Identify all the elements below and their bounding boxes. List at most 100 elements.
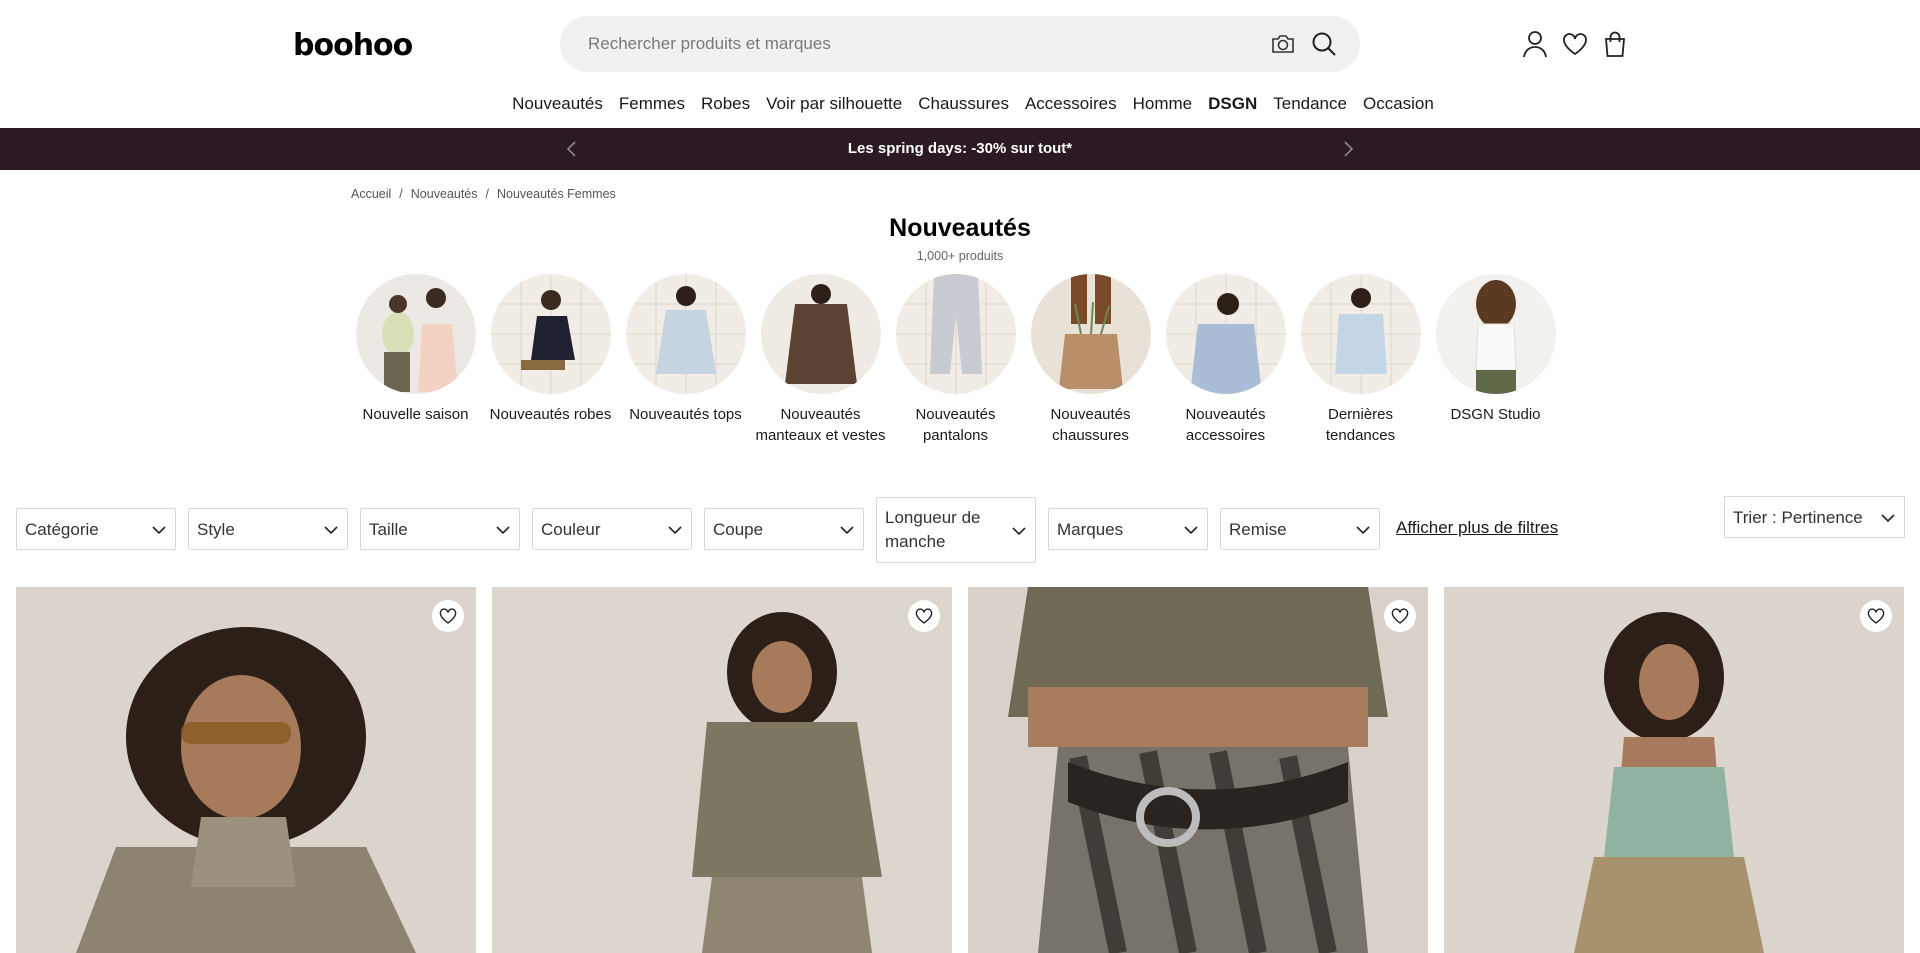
category-label: Nouveautés manteaux et vestes [755, 406, 886, 444]
filter-label: Remise [1229, 520, 1287, 539]
wishlist-button[interactable] [908, 600, 940, 632]
wishlist-button[interactable] [432, 600, 464, 632]
chevron-down-icon [1184, 526, 1198, 535]
category-image [1030, 274, 1151, 394]
nav-item-robes[interactable]: Robes [701, 94, 750, 120]
chevron-down-icon [496, 526, 510, 535]
chevron-down-icon [324, 526, 338, 535]
filter-longueur-de-manche[interactable]: Longueur de manche [876, 497, 1036, 563]
filter-label: Style [197, 520, 235, 539]
filter-label: Coupe [713, 520, 764, 539]
category-tile[interactable]: Nouveautés robes [483, 274, 618, 425]
heart-icon[interactable] [1562, 30, 1588, 58]
category-tile[interactable]: Nouveautés pantalons [888, 274, 1023, 446]
account-icon[interactable] [1522, 30, 1548, 58]
sort-select[interactable]: Trier : Pertinence [1724, 496, 1905, 538]
product-card[interactable] [16, 587, 476, 953]
breadcrumb-item[interactable]: Nouveautés [411, 187, 478, 201]
product-image [1444, 587, 1904, 953]
filter-label: Catégorie [25, 520, 99, 539]
category-tile[interactable]: Nouvelle saison [348, 274, 483, 425]
nav-item-nouveautes[interactable]: Nouveautés [512, 94, 603, 120]
category-image [1435, 274, 1556, 394]
category-tile[interactable]: Nouveautés accessoires [1158, 274, 1293, 446]
category-tile[interactable]: Nouveautés tops [618, 274, 753, 425]
site-header: boohoo Nouveautés Femmes Robes Voir par … [0, 0, 1920, 113]
nav-item-accessoires[interactable]: Accessoires [1025, 94, 1117, 120]
filter-remise[interactable]: Remise [1220, 508, 1380, 550]
bag-icon[interactable] [1602, 30, 1628, 58]
category-label: DSGN Studio [1450, 406, 1541, 423]
chevron-down-icon [1881, 514, 1895, 523]
heart-icon [1867, 608, 1885, 624]
filter-categorie[interactable]: Catégorie [16, 508, 176, 550]
category-label: Dernières tendances [1325, 406, 1396, 444]
filter-taille[interactable]: Taille [360, 508, 520, 550]
chevron-down-icon [1012, 527, 1026, 536]
heart-icon [1391, 608, 1409, 624]
chevron-right-icon[interactable] [1338, 139, 1358, 159]
filter-marques[interactable]: Marques [1048, 508, 1208, 550]
category-tile[interactable]: Dernières tendances [1293, 274, 1428, 446]
chevron-down-icon [840, 526, 854, 535]
breadcrumb-item[interactable]: Accueil [351, 187, 391, 201]
filter-couleur[interactable]: Couleur [532, 508, 692, 550]
category-label: Nouveautés chaussures [1050, 406, 1131, 444]
breadcrumb: Accueil / Nouveautés / Nouveautés Femmes [351, 187, 616, 201]
search-bar [560, 16, 1360, 72]
filter-coupe[interactable]: Coupe [704, 508, 864, 550]
camera-icon[interactable] [1270, 32, 1296, 56]
filter-label: Longueur de manche [885, 508, 981, 551]
product-image [968, 587, 1428, 953]
nav-item-tendance[interactable]: Tendance [1273, 94, 1347, 120]
wishlist-button[interactable] [1860, 600, 1892, 632]
promo-text[interactable]: Les spring days: -30% sur tout* [0, 128, 1920, 170]
nav-item-femmes[interactable]: Femmes [619, 94, 685, 120]
product-card[interactable] [492, 587, 952, 953]
brand-logo[interactable]: boohoo [293, 28, 413, 63]
category-label: Nouveautés pantalons [915, 406, 996, 444]
breadcrumb-separator: / [399, 187, 403, 201]
filter-style[interactable]: Style [188, 508, 348, 550]
nav-item-silhouette[interactable]: Voir par silhouette [766, 94, 902, 120]
search-input[interactable] [588, 16, 1228, 72]
filter-label: Couleur [541, 520, 601, 539]
category-label: Nouveautés accessoires [1185, 406, 1266, 444]
category-label: Nouvelle saison [362, 406, 469, 423]
chevron-down-icon [1356, 526, 1370, 535]
page-title: Nouveautés [889, 214, 1031, 242]
wishlist-button[interactable] [1384, 600, 1416, 632]
category-image [895, 274, 1016, 394]
more-filters-link[interactable]: Afficher plus de filtres [1396, 518, 1558, 538]
nav-item-homme[interactable]: Homme [1133, 94, 1193, 120]
nav-item-chaussures[interactable]: Chaussures [918, 94, 1009, 120]
nav-item-occasion[interactable]: Occasion [1363, 94, 1434, 120]
category-image [1300, 274, 1421, 394]
product-image [16, 587, 476, 953]
category-tile[interactable]: DSGN Studio [1428, 274, 1563, 425]
heart-icon [915, 608, 933, 624]
category-tile[interactable]: Nouveautés manteaux et vestes [753, 274, 888, 446]
heart-icon [439, 608, 457, 624]
category-tile[interactable]: Nouveautés chaussures [1023, 274, 1158, 446]
category-label: Nouveautés tops [629, 406, 742, 423]
product-image [492, 587, 952, 953]
nav-item-dsgn[interactable]: DSGN [1208, 94, 1257, 120]
breadcrumb-separator: / [485, 187, 489, 201]
category-label: Nouveautés robes [489, 406, 612, 423]
chevron-down-icon [668, 526, 682, 535]
breadcrumb-item: Nouveautés Femmes [496, 187, 616, 201]
category-image [1165, 274, 1286, 394]
category-image [490, 274, 611, 394]
filter-label: Taille [369, 520, 408, 539]
sort-label: Trier : Pertinence [1733, 508, 1863, 527]
category-image [355, 274, 476, 394]
product-card[interactable] [1444, 587, 1904, 953]
category-image [760, 274, 881, 394]
chevron-down-icon [152, 526, 166, 535]
main-nav: Nouveautés Femmes Robes Voir par silhoue… [0, 94, 1920, 120]
search-icon[interactable] [1310, 30, 1338, 58]
filter-label: Marques [1057, 520, 1124, 539]
product-card[interactable] [968, 587, 1428, 953]
promo-banner: Les spring days: -30% sur tout* [0, 128, 1920, 170]
